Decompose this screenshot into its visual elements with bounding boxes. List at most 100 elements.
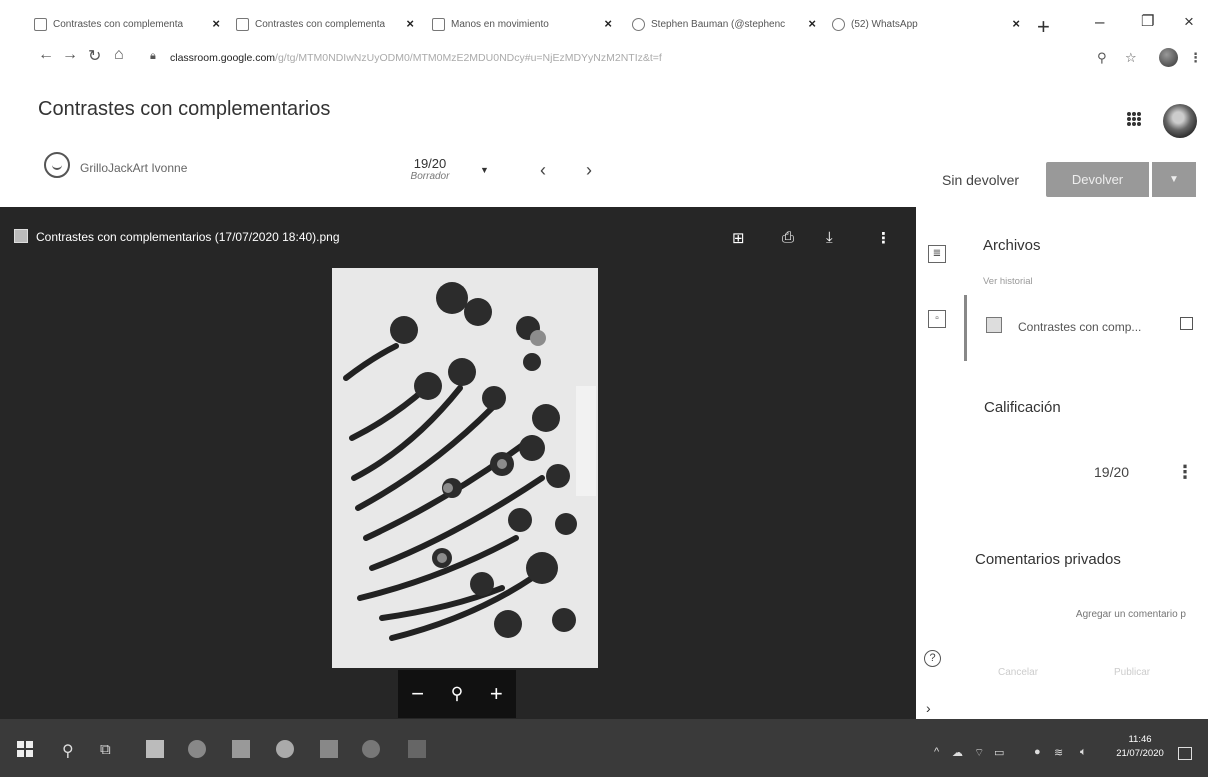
- grade-dropdown-icon[interactable]: ▼: [480, 165, 489, 175]
- notifications-icon[interactable]: [1178, 747, 1192, 760]
- apps-grid-icon[interactable]: [1127, 112, 1141, 126]
- mail-icon[interactable]: [232, 740, 250, 758]
- zoom-reset-magnifier-icon[interactable]: ⚲: [451, 684, 463, 704]
- student-name[interactable]: GrilloJackArt Ivonne: [80, 161, 187, 175]
- cancel-button[interactable]: Cancelar: [998, 667, 1038, 678]
- classroom-tab-icon: [34, 17, 47, 31]
- close-icon[interactable]: ×: [808, 16, 816, 31]
- lock-icon[interactable]: 🔒︎: [150, 50, 156, 63]
- window-close-icon[interactable]: ×: [1184, 12, 1194, 32]
- url-domain: classroom.google.com: [170, 52, 276, 64]
- file-explorer-icon[interactable]: [146, 740, 164, 758]
- previous-student-icon[interactable]: ‹: [540, 160, 546, 181]
- windows-taskbar: ⚲ ⧉ ^ ☁ ⌔ ▭ ● ≋ 🔈︎ 11:46 21/07/2020: [0, 719, 1208, 777]
- grade-field[interactable]: 19/20: [1094, 464, 1129, 480]
- url-path: /g/tg/MTM0NDIwNzUyODM0/MTM0MzE2MDU0NDcy#…: [275, 52, 662, 64]
- bookmark-star-icon[interactable]: ☆: [1125, 50, 1137, 66]
- rubric-icon[interactable]: ▫: [928, 310, 946, 328]
- profile-avatar-icon[interactable]: [1159, 48, 1178, 67]
- address-bar: ← → ↻ ⌂ 🔒︎ classroom.google.com/g/tg/MTM…: [0, 42, 1208, 74]
- file-viewer: Contrastes con complementarios (17/07/20…: [0, 207, 916, 719]
- app-tray-icon[interactable]: ●: [1034, 746, 1041, 758]
- home-icon[interactable]: ⌂: [114, 46, 124, 64]
- open-external-icon[interactable]: [1180, 317, 1193, 330]
- print-icon[interactable]: ⎙: [782, 229, 794, 246]
- clock-time: 11:46: [1128, 734, 1152, 745]
- whatsapp-tab-icon: [832, 17, 845, 31]
- grade-heading: Calificación: [984, 399, 1061, 416]
- forward-arrow-icon[interactable]: →: [62, 46, 78, 64]
- publish-button[interactable]: Publicar: [1114, 667, 1150, 678]
- browser-window: Contrastes con complementa × Contrastes …: [0, 0, 1208, 777]
- close-icon[interactable]: ×: [212, 16, 220, 31]
- minimize-icon[interactable]: –: [1095, 12, 1104, 32]
- tab-whatsapp[interactable]: (52) WhatsApp ×: [832, 14, 1022, 34]
- taskbar-clock[interactable]: 11:46 21/07/2020: [1116, 733, 1164, 761]
- app-icon[interactable]: [320, 740, 338, 758]
- zoom-out-icon[interactable]: −: [411, 681, 424, 707]
- search-icon[interactable]: ⚲: [62, 741, 74, 761]
- student-row: GrilloJackArt Ivonne 19/20 Borrador ▼ ‹ …: [0, 148, 1208, 198]
- grade-status: Borrador: [410, 171, 450, 182]
- next-student-icon[interactable]: ›: [586, 160, 592, 181]
- task-view-icon[interactable]: ⧉: [100, 741, 111, 758]
- student-avatar: [44, 152, 70, 178]
- devolver-options-icon[interactable]: ▼: [1152, 162, 1196, 197]
- people-icon[interactable]: ☁: [952, 746, 963, 759]
- page-title: Contrastes con complementarios: [38, 98, 331, 120]
- zoom-magnifier-icon[interactable]: ⚲: [1097, 50, 1107, 66]
- viewer-menu-icon[interactable]: ⋮: [876, 229, 891, 247]
- account-avatar[interactable]: [1163, 104, 1197, 138]
- image-file-icon: [14, 229, 28, 243]
- back-arrow-icon[interactable]: ←: [38, 46, 54, 64]
- tab-strip: Contrastes con complementa × Contrastes …: [0, 0, 1208, 42]
- edge-browser-icon[interactable]: [188, 740, 206, 758]
- restore-icon[interactable]: ❐: [1141, 12, 1154, 30]
- files-list-icon[interactable]: ≣: [928, 245, 946, 263]
- clock-date: 21/07/2020: [1116, 748, 1164, 759]
- tab-title: Contrastes con complementa: [255, 18, 386, 30]
- devolver-button[interactable]: Devolver: [1046, 162, 1149, 197]
- tab-title: Contrastes con complementa: [53, 18, 184, 30]
- tab-title: (52) WhatsApp: [851, 18, 918, 30]
- spotify-icon[interactable]: [362, 740, 380, 758]
- viewer-file-title: Contrastes con complementarios (17/07/20…: [36, 230, 340, 244]
- battery-icon[interactable]: ▭: [994, 746, 1004, 759]
- open-in-new-icon[interactable]: ⊞: [732, 229, 745, 247]
- grade-menu-icon[interactable]: ⋮: [1176, 462, 1194, 483]
- attached-file-name[interactable]: Contrastes con comp...: [1018, 320, 1141, 334]
- url-field[interactable]: classroom.google.com/g/tg/MTM0NDIwNzUyOD…: [170, 52, 790, 64]
- reload-icon[interactable]: ↻: [88, 46, 101, 66]
- tab-contrastes-2[interactable]: Contrastes con complementa ×: [236, 14, 416, 34]
- show-hidden-icons-icon[interactable]: ^: [934, 746, 939, 758]
- expand-chevron-icon[interactable]: ›: [926, 700, 931, 716]
- selected-file-indicator: [964, 295, 967, 361]
- grade-selector[interactable]: 19/20 Borrador: [400, 156, 460, 182]
- network-icon[interactable]: ⌔: [974, 746, 984, 760]
- new-tab-plus-icon[interactable]: +: [1037, 14, 1050, 40]
- tab-manos[interactable]: Manos en movimiento ×: [432, 14, 614, 34]
- files-heading: Archivos: [983, 237, 1041, 254]
- download-icon[interactable]: ⤓: [826, 229, 833, 246]
- zoom-controls: − ⚲ +: [398, 670, 516, 718]
- tab-contrastes-1[interactable]: Contrastes con complementa ×: [34, 14, 222, 34]
- private-comment-input[interactable]: [986, 609, 1186, 620]
- instagram-tab-icon: [632, 17, 645, 31]
- image-file-icon: [986, 317, 1002, 333]
- close-icon[interactable]: ×: [604, 16, 612, 31]
- photos-icon[interactable]: [408, 740, 426, 758]
- zoom-in-icon[interactable]: +: [490, 681, 503, 707]
- close-icon[interactable]: ×: [1012, 16, 1020, 31]
- browser-menu-icon[interactable]: ⋮: [1189, 50, 1202, 66]
- volume-icon[interactable]: 🔈︎: [1080, 746, 1087, 759]
- grade-value: 19/20: [413, 156, 447, 171]
- tab-title: Manos en movimiento: [451, 18, 549, 30]
- classroom-tab-icon: [432, 17, 445, 31]
- view-history-link[interactable]: Ver historial: [983, 276, 1033, 287]
- windows-start-icon[interactable]: [16, 740, 34, 758]
- tab-stephen[interactable]: Stephen Bauman (@stephenc ×: [632, 14, 818, 34]
- wifi-icon[interactable]: ≋: [1054, 746, 1063, 759]
- help-icon[interactable]: ?: [924, 650, 941, 667]
- chrome-icon[interactable]: [276, 740, 294, 758]
- close-icon[interactable]: ×: [406, 16, 414, 31]
